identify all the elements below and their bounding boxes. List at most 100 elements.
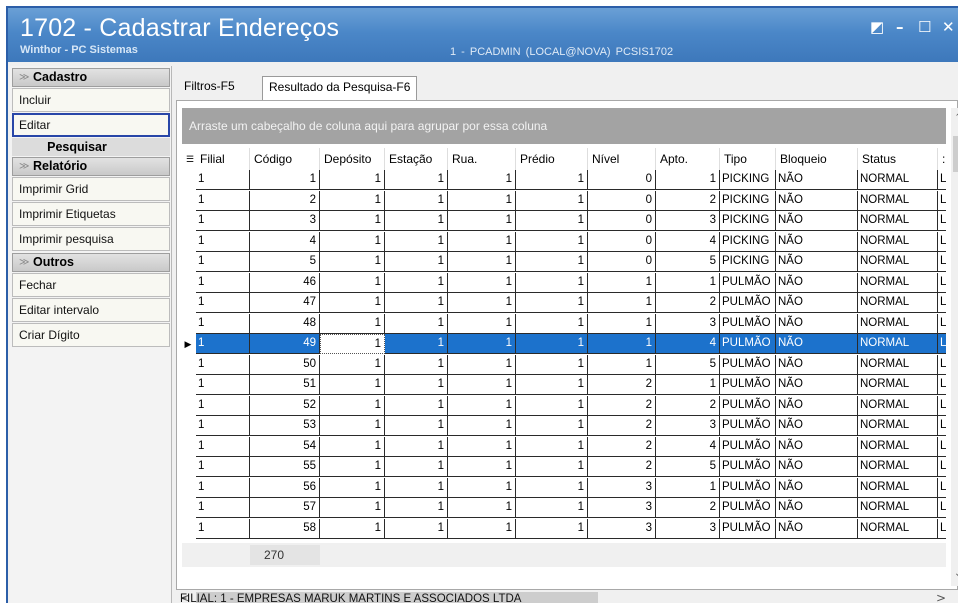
cell-predio[interactable]: 1 [516,375,588,395]
cell-rua[interactable]: 1 [448,293,516,313]
cell-tipo[interactable]: PICKING [720,190,776,211]
cell-deposito[interactable]: 1 [320,416,385,436]
cell-predio[interactable]: 1 [516,498,588,518]
tab-resultado-pesquisa[interactable]: Resultado da Pesquisa-F6 [262,76,418,100]
cell-codigo[interactable]: 54 [250,436,320,457]
cell-predio[interactable]: 1 [516,436,588,457]
cell-filial[interactable]: 1 [196,211,250,231]
cell-deposito[interactable]: 1 [320,170,385,190]
cell-deposito[interactable]: 1 [320,252,385,272]
cell-status[interactable]: NORMAL [858,518,938,539]
row-indicator[interactable] [182,170,194,190]
cell-filial[interactable]: 1 [196,252,250,272]
cell-nivel[interactable]: 0 [588,231,656,252]
cell-rua[interactable]: 1 [448,477,516,498]
cell-estacao[interactable]: 1 [385,252,448,272]
cell-nivel[interactable]: 3 [588,518,656,539]
cell-clipped[interactable]: L [938,519,946,539]
column-header-predio[interactable]: Prédio [516,148,588,170]
cell-bloqueio[interactable]: NÃO [776,457,858,477]
cell-rua[interactable]: 1 [448,416,516,436]
cell-predio[interactable]: 1 [516,477,588,498]
vertical-scrollbar[interactable]: ^ ⌄ [951,108,958,586]
cell-rua[interactable]: 1 [448,211,516,231]
cell-bloqueio[interactable]: NÃO [776,170,858,190]
cell-deposito[interactable]: 1 [320,395,385,416]
column-header-bloqueio[interactable]: Bloqueio [776,148,858,170]
row-indicator[interactable] [182,191,194,211]
group-outros[interactable]: ≫ Outros [12,253,170,272]
cell-predio[interactable]: 1 [516,272,588,293]
cell-nivel[interactable]: 3 [588,498,656,518]
cell-tipo[interactable]: PULMÃO [720,416,776,436]
cell-rua[interactable]: 1 [448,272,516,293]
cell-tipo[interactable]: PULMÃO [720,498,776,518]
cell-clipped[interactable]: L [938,375,946,395]
cell-bloqueio[interactable]: NÃO [776,518,858,539]
cell-tipo[interactable]: PULMÃO [720,457,776,477]
cell-apto[interactable]: 2 [656,498,720,518]
row-indicator[interactable] [182,314,194,334]
cell-apto[interactable]: 2 [656,293,720,313]
cell-deposito[interactable]: 1 [320,498,385,518]
cell-status[interactable]: NORMAL [858,170,938,190]
row-indicator[interactable] [182,457,194,477]
cell-predio[interactable]: 1 [516,293,588,313]
cell-deposito[interactable]: 1 [320,354,385,375]
cell-clipped[interactable]: L [938,170,946,190]
cell-codigo[interactable]: 1 [250,170,320,190]
cell-deposito[interactable]: 1 [320,334,385,354]
cell-status[interactable]: NORMAL [858,252,938,272]
cell-nivel[interactable]: 2 [588,416,656,436]
cell-predio[interactable]: 1 [516,395,588,416]
cell-nivel[interactable]: 2 [588,436,656,457]
cell-clipped[interactable]: L [938,314,946,334]
group-cadastro[interactable]: ≫ Cadastro [12,68,170,87]
cell-rua[interactable]: 1 [448,190,516,211]
cell-deposito[interactable]: 1 [320,518,385,539]
cell-rua[interactable]: 1 [448,334,516,354]
row-indicator[interactable] [182,519,194,539]
cell-estacao[interactable]: 1 [385,334,448,354]
cell-clipped[interactable]: L [938,457,946,477]
cell-codigo[interactable]: 55 [250,457,320,477]
cell-tipo[interactable]: PULMÃO [720,272,776,293]
row-indicator[interactable] [182,416,194,436]
pesquisar-button[interactable]: Pesquisar [12,138,170,156]
cell-predio[interactable]: 1 [516,416,588,436]
cell-filial[interactable]: 1 [196,354,250,375]
cell-status[interactable]: NORMAL [858,498,938,518]
cell-apto[interactable]: 5 [656,252,720,272]
imprimir-etiquetas-button[interactable]: Imprimir Etiquetas [12,202,170,226]
row-indicator[interactable] [182,232,194,252]
imprimir-pesquisa-button[interactable]: Imprimir pesquisa [12,227,170,251]
cell-estacao[interactable]: 1 [385,457,448,477]
row-indicator[interactable] [182,252,194,272]
cell-filial[interactable]: 1 [196,272,250,293]
cell-rua[interactable]: 1 [448,395,516,416]
column-header-deposito[interactable]: Depósito [320,148,385,170]
cell-bloqueio[interactable]: NÃO [776,190,858,211]
cell-codigo[interactable]: 2 [250,190,320,211]
scroll-right-icon[interactable]: > [936,591,946,603]
cell-status[interactable]: NORMAL [858,354,938,375]
cell-bloqueio[interactable]: NÃO [776,375,858,395]
cell-deposito[interactable]: 1 [320,293,385,313]
cell-predio[interactable]: 1 [516,313,588,334]
column-header-apto[interactable]: Apto. [656,148,720,170]
cell-status[interactable]: NORMAL [858,477,938,498]
cell-nivel[interactable]: 0 [588,211,656,231]
cell-rua[interactable]: 1 [448,170,516,190]
cell-estacao[interactable]: 1 [385,293,448,313]
cell-rua[interactable]: 1 [448,231,516,252]
cell-estacao[interactable]: 1 [385,477,448,498]
cell-clipped[interactable]: L [938,211,946,231]
cell-rua[interactable]: 1 [448,498,516,518]
cell-bloqueio[interactable]: NÃO [776,252,858,272]
fechar-button[interactable]: Fechar [12,273,170,297]
cell-estacao[interactable]: 1 [385,354,448,375]
cell-filial[interactable]: 1 [196,477,250,498]
column-header-estacao[interactable]: Estação [385,148,448,170]
minimize-icon[interactable]: – [896,18,904,36]
cell-tipo[interactable]: PICKING [720,170,776,190]
